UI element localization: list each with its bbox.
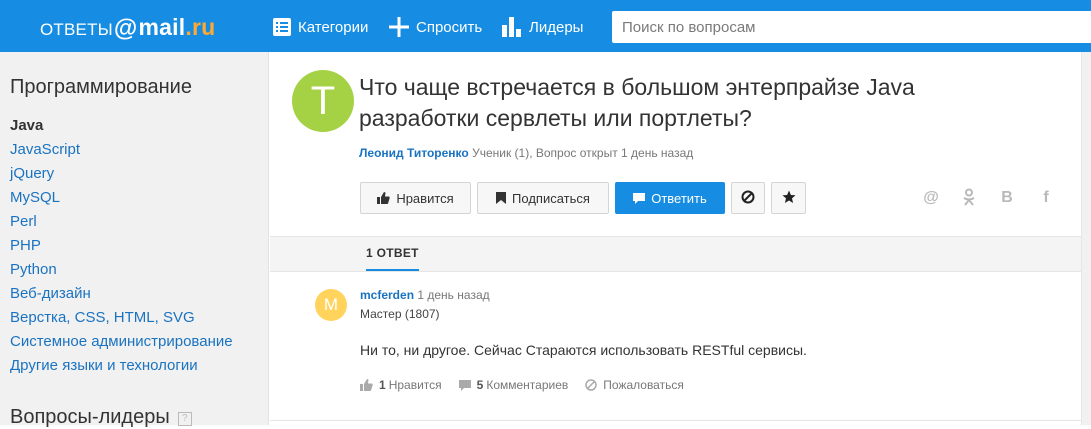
comment-icon: [633, 192, 646, 204]
question-author-avatar[interactable]: Т: [292, 70, 354, 132]
sidebar-item-python[interactable]: Python: [10, 258, 233, 282]
bookmark-icon: [496, 192, 507, 204]
block-button[interactable]: [731, 182, 765, 214]
share-mail-icon[interactable]: @: [921, 188, 941, 208]
favorite-button[interactable]: [771, 182, 806, 214]
sidebar-item-java[interactable]: Java: [10, 114, 233, 138]
nav-categories-label: Категории: [298, 18, 369, 36]
question-meta: Леонид Титоренко Ученик (1), Вопрос откр…: [359, 146, 693, 160]
answer-button-label: Ответить: [651, 190, 707, 206]
sidebar-leaders-title: Вопросы-лидеры?: [10, 406, 192, 429]
answer-report-label: Пожаловаться: [603, 378, 684, 392]
block-icon: [741, 190, 755, 207]
answer-author-line: mcferden 1 день назад: [360, 288, 490, 302]
question-meta-text: Ученик (1), Вопрос открыт 1 день назад: [472, 146, 694, 160]
site-logo[interactable]: ОТВЕТЫ@mail.ru: [40, 13, 216, 42]
answers-bar: 1 ОТВЕТ: [270, 236, 1081, 272]
answer-actions: 1 Нравится 5 Комментариев Пожаловаться: [360, 378, 701, 392]
sidebar-item-sysadmin[interactable]: Системное администрирование: [10, 330, 233, 354]
thumbs-up-icon: [377, 192, 391, 204]
logo-text-otvety: ОТВЕТЫ: [40, 20, 113, 39]
scrollbar[interactable]: [1081, 52, 1091, 425]
top-header: ОТВЕТЫ@mail.ru Категории Спросить Лидеры: [0, 0, 1091, 52]
thumbs-up-icon: [360, 379, 373, 391]
sidebar-item-php[interactable]: PHP: [10, 234, 233, 258]
star-icon: [782, 190, 796, 207]
answer-comments-label: Комментариев: [486, 378, 569, 392]
logo-dot: .: [185, 14, 192, 40]
tab-answers[interactable]: 1 ОТВЕТ: [366, 237, 419, 271]
sidebar-item-layout[interactable]: Верстка, CSS, HTML, SVG: [10, 306, 233, 330]
comment-icon: [458, 379, 471, 391]
sidebar-item-perl[interactable]: Perl: [10, 210, 233, 234]
like-button-label: Нравится: [396, 190, 454, 206]
answer-likes-label: Нравится: [388, 378, 442, 392]
nav-leaders-label: Лидеры: [529, 18, 584, 36]
logo-text-mail: mail: [138, 14, 186, 40]
answer-likes-count: 1: [379, 378, 386, 392]
answer-comments-count: 5: [476, 378, 484, 392]
answer-time: 1 день назад: [417, 288, 490, 302]
share-ok-icon[interactable]: [959, 188, 979, 208]
list-icon: [273, 18, 291, 36]
help-icon[interactable]: ?: [177, 412, 192, 426]
nav-ask-label: Спросить: [416, 18, 483, 36]
answer-like-button[interactable]: 1 Нравится: [360, 378, 442, 392]
like-button[interactable]: Нравится: [360, 182, 471, 214]
share-vk-icon[interactable]: В: [997, 188, 1017, 208]
answer-comments-button[interactable]: 5 Комментариев: [458, 378, 569, 392]
sidebar-item-mysql[interactable]: MySQL: [10, 186, 233, 210]
main-content: Т Что чаще встречается в большом энтерпр…: [270, 52, 1081, 425]
question-author-link[interactable]: Леонид Титоренко: [359, 146, 469, 160]
answer-author-rank: Мастер (1807): [360, 307, 440, 321]
nav-categories[interactable]: Категории: [273, 14, 368, 40]
subscribe-button-label: Подписаться: [512, 190, 590, 206]
plus-icon: [389, 17, 409, 37]
answer-button[interactable]: Ответить: [615, 182, 725, 214]
answer-text: Ни то, ни другое. Сейчас Стараются испол…: [360, 342, 807, 358]
sidebar-item-javascript[interactable]: JavaScript: [10, 138, 233, 162]
nav-leaders[interactable]: Лидеры: [502, 14, 583, 40]
subscribe-button[interactable]: Подписаться: [477, 182, 609, 214]
answer-author-avatar[interactable]: M: [315, 289, 347, 321]
sidebar-category-list: Java JavaScript jQuery MySQL Perl PHP Py…: [10, 114, 233, 378]
sidebar-item-jquery[interactable]: jQuery: [10, 162, 233, 186]
bar-chart-icon: [502, 17, 522, 37]
question-title: Что чаще встречается в большом энтерпрай…: [359, 74, 915, 131]
sidebar-item-web-design[interactable]: Веб-дизайн: [10, 282, 233, 306]
sidebar-title: Программирование: [10, 76, 192, 98]
sidebar-item-other-languages[interactable]: Другие языки и технологии: [10, 354, 233, 378]
search-input[interactable]: [612, 11, 1091, 43]
logo-text-ru: ru: [191, 14, 216, 40]
sidebar: Программирование Java JavaScript jQuery …: [0, 52, 269, 428]
logo-at: @: [113, 15, 138, 42]
nav-ask[interactable]: Спросить: [389, 14, 482, 40]
answer-report-button[interactable]: Пожаловаться: [585, 378, 684, 392]
share-facebook-icon[interactable]: f: [1036, 188, 1056, 208]
block-icon: [585, 379, 598, 391]
divider: [270, 420, 1081, 421]
answer-author-link[interactable]: mcferden: [360, 288, 414, 302]
